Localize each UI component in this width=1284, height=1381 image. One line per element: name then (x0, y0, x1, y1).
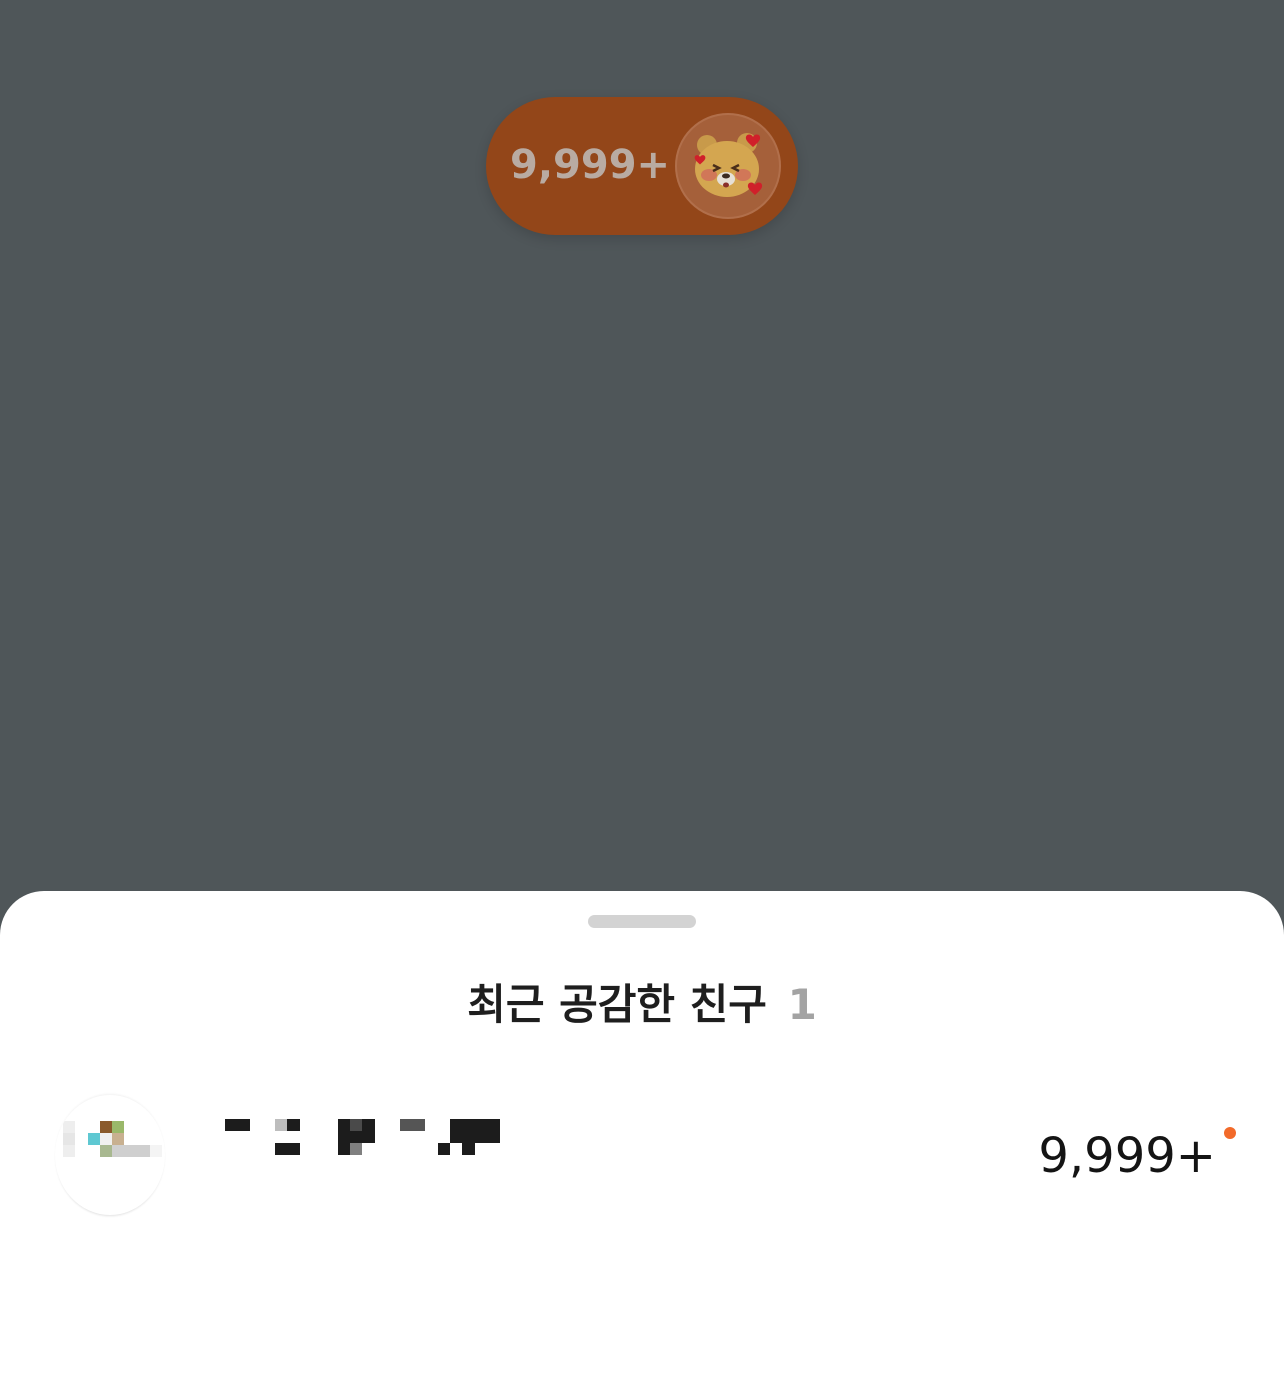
reaction-total-count: 9,999+ (510, 142, 671, 188)
reactions-bottom-sheet: 최근 공감한 친구 1 9,999+ (0, 891, 1284, 1381)
new-indicator-dot (1224, 1127, 1236, 1139)
sheet-title-text: 최근 공감한 친구 (467, 980, 767, 1029)
emoji-badge (675, 113, 781, 219)
lion-hearts-icon (694, 133, 763, 197)
friend-avatar[interactable] (55, 1095, 165, 1215)
sheet-title-count: 1 (787, 980, 817, 1029)
friend-reaction-count: 9,999+ (1038, 1128, 1216, 1184)
friend-name-redacted (225, 1116, 515, 1156)
sheet-grabber-handle[interactable] (588, 915, 696, 928)
reaction-summary-pill[interactable]: 9,999+ (486, 97, 798, 235)
sheet-title: 최근 공감한 친구 1 (0, 979, 1284, 1031)
friend-row[interactable]: 9,999+ (0, 1091, 1284, 1221)
